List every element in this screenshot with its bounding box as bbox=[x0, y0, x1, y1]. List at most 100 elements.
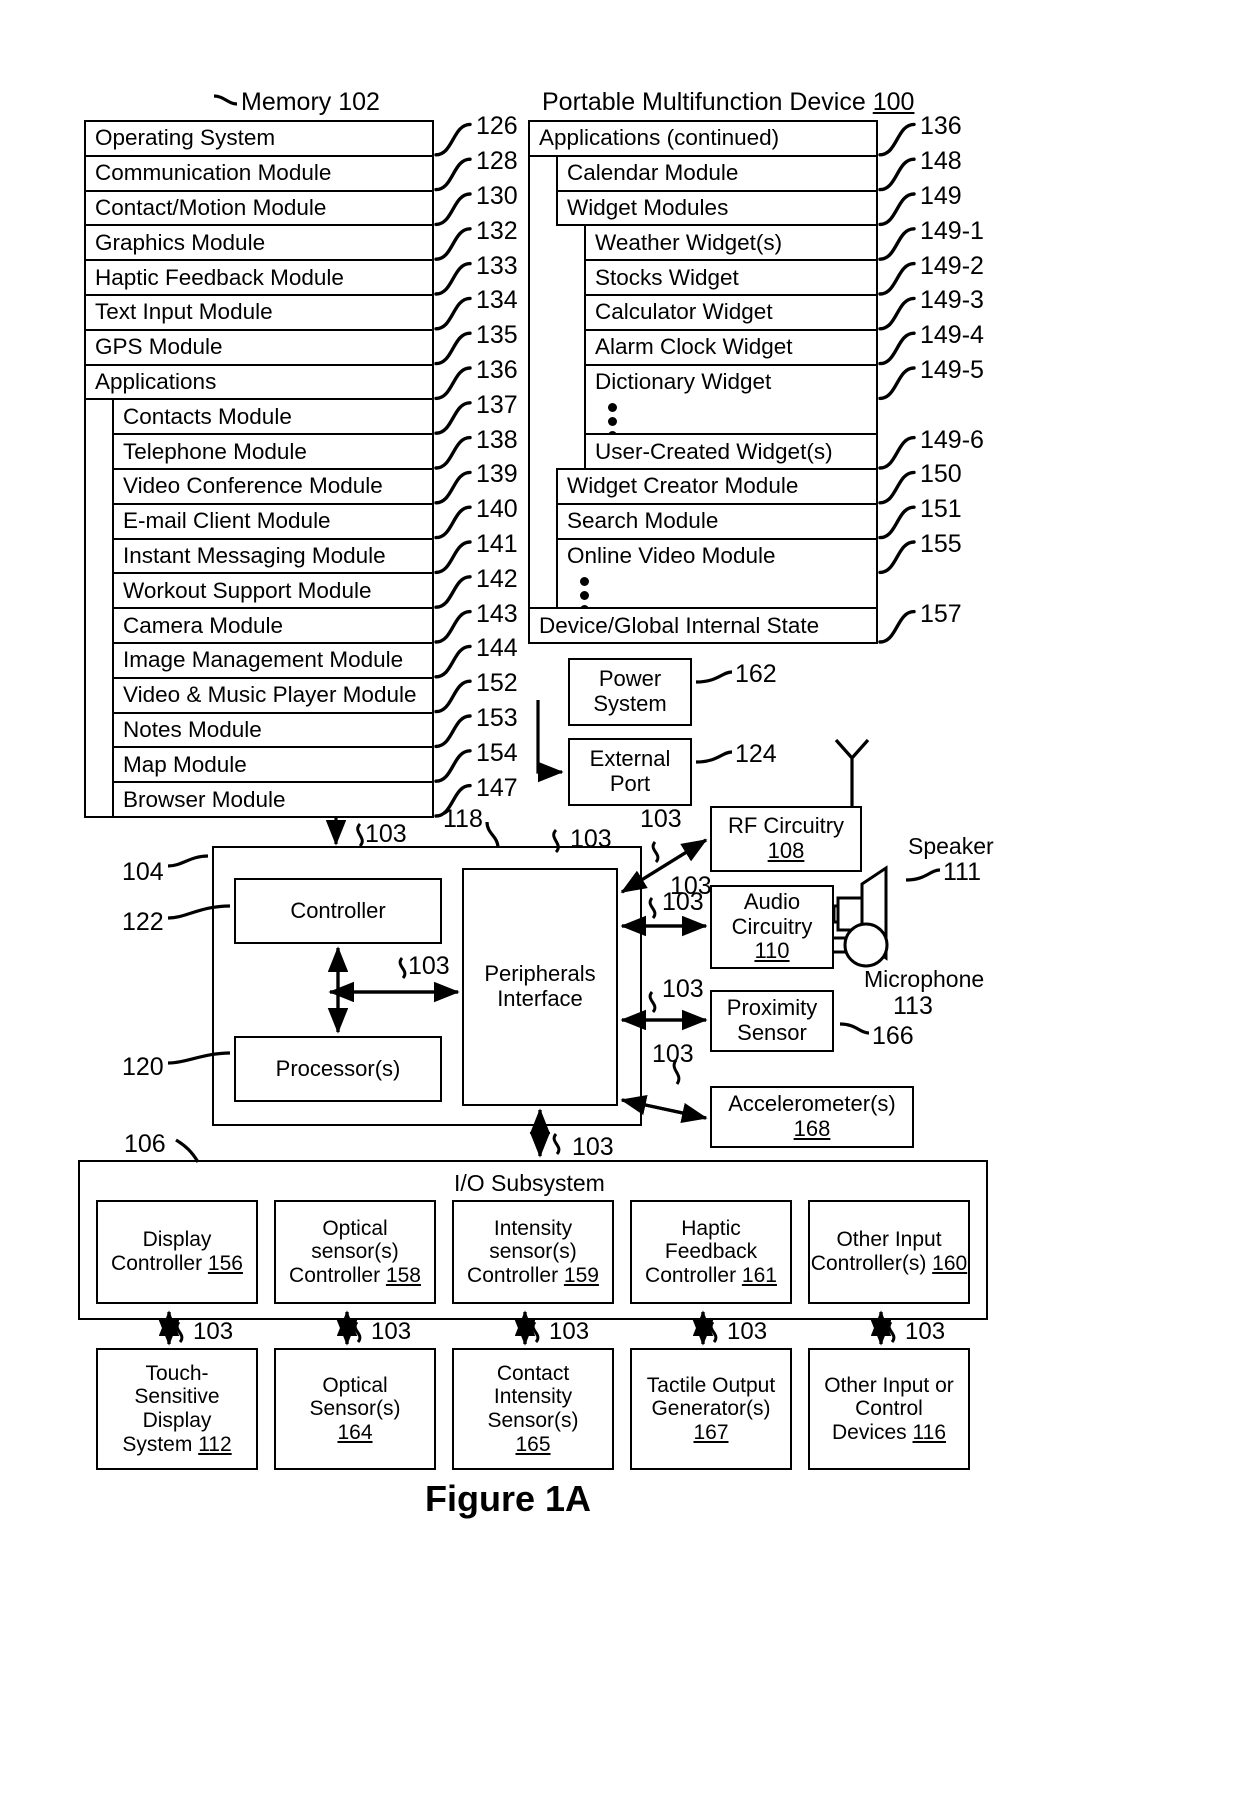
io-device-box: Other Input or Control Devices 116 bbox=[808, 1348, 970, 1470]
memory-stack-item: Contact/Motion Module bbox=[84, 189, 434, 227]
device-item-ref: 148 bbox=[920, 147, 962, 176]
io-controller-line: Feedback bbox=[664, 1240, 758, 1264]
device-stack-item: Dictionary Widget bbox=[584, 363, 878, 401]
memory-item-label: Workout Support Module bbox=[123, 577, 372, 603]
peripherals-interface-ref: 118 bbox=[443, 805, 483, 833]
device-item-label: Applications (continued) bbox=[539, 125, 780, 151]
io-device-line: Contact bbox=[496, 1361, 570, 1385]
device-stack-item: Applications (continued) bbox=[528, 120, 878, 157]
device-stack-item: Calculator Widget bbox=[584, 294, 878, 331]
device-item-ref: 149-3 bbox=[920, 286, 984, 315]
bus-tag-103-c: 103 bbox=[640, 805, 682, 833]
peripherals-interface-line1: Peripherals bbox=[484, 961, 596, 987]
memory-stack-item: Communication Module bbox=[84, 154, 434, 192]
io-device-number: 164 bbox=[337, 1420, 373, 1444]
memory-item-ref: 143 bbox=[476, 599, 518, 628]
device-stack-item: Search Module bbox=[556, 502, 878, 540]
memory-stack-item: Applications bbox=[84, 363, 434, 401]
memory-item-label: Video & Music Player Module bbox=[123, 682, 417, 708]
controller-block: Controller bbox=[234, 878, 442, 944]
device-item-ref: 149-6 bbox=[920, 425, 984, 454]
io-controller-line: Intensity bbox=[493, 1216, 573, 1240]
device-item-ref: 149-1 bbox=[920, 216, 984, 245]
audio-circuitry-number: 110 bbox=[754, 938, 790, 964]
memory-item-ref: 153 bbox=[476, 704, 518, 732]
io-device-box: Contact Intensity Sensor(s) 165 bbox=[452, 1348, 614, 1470]
io-device-line: Devices 116 bbox=[831, 1420, 946, 1444]
memory-stack-item: Workout Support Module bbox=[112, 572, 434, 610]
bus-tag-103-g: 103 bbox=[662, 975, 704, 1003]
device-item-ref: 149-2 bbox=[920, 251, 984, 280]
memory-item-label: Text Input Module bbox=[95, 299, 273, 325]
memory-item-ref: 138 bbox=[476, 425, 518, 454]
io-device-line: Display bbox=[142, 1409, 212, 1432]
memory-item-label: Applications bbox=[95, 368, 217, 394]
memory-stack-item: Image Management Module bbox=[112, 642, 434, 679]
device-item-ref: 155 bbox=[920, 530, 962, 558]
memory-item-label: E-mail Client Module bbox=[123, 508, 331, 534]
accelerometers-block: Accelerometer(s) 168 bbox=[710, 1086, 914, 1148]
io-controller-box: Optical sensor(s) Controller 158 bbox=[274, 1200, 436, 1304]
io-device-line: Other Input or bbox=[824, 1373, 954, 1397]
io-device-number: 167 bbox=[693, 1420, 729, 1444]
memory-item-label: Contacts Module bbox=[123, 403, 292, 429]
audio-circuitry-line2: Circuitry bbox=[731, 913, 813, 939]
memory-stack-item: Video Conference Module bbox=[112, 468, 434, 505]
memory-stack-item: Camera Module bbox=[112, 607, 434, 644]
io-device-box: Tactile Output Generator(s) 167 bbox=[630, 1348, 792, 1470]
device-item-label: Weather Widget(s) bbox=[595, 229, 783, 255]
memory-item-ref: 136 bbox=[476, 356, 518, 384]
memory-item-ref: 154 bbox=[476, 738, 518, 767]
memory-item-label: Notes Module bbox=[123, 716, 262, 742]
processors-label: Processor(s) bbox=[275, 1055, 401, 1081]
memory-stack-item: E-mail Client Module bbox=[112, 502, 434, 540]
io-controller-line: Optical bbox=[322, 1216, 388, 1240]
memory-stack-item: Graphics Module bbox=[84, 224, 434, 262]
memory-item-label: Telephone Module bbox=[123, 438, 307, 464]
device-stack-item: User-Created Widget(s) bbox=[584, 433, 878, 470]
device-stack-ellipsis bbox=[584, 398, 878, 436]
device-item-label: Calendar Module bbox=[567, 160, 739, 186]
memory-item-ref: 141 bbox=[476, 530, 518, 558]
memory-item-ref: 142 bbox=[476, 564, 518, 593]
memory-item-label: Graphics Module bbox=[95, 229, 266, 255]
device-item-ref: 151 bbox=[920, 495, 962, 524]
external-port-block: External Port bbox=[568, 738, 692, 806]
external-port-ref: 124 bbox=[735, 740, 777, 768]
io-controller-line: sensor(s) bbox=[311, 1240, 399, 1264]
memory-item-label: Map Module bbox=[123, 751, 247, 777]
io-bus-label: 103 bbox=[371, 1318, 412, 1345]
io-device-line: Control bbox=[855, 1397, 923, 1421]
accelerometers-number: 168 bbox=[793, 1116, 831, 1141]
bus-tag-103-h: 103 bbox=[652, 1040, 694, 1068]
controller-label: Controller bbox=[290, 897, 386, 923]
device-title-number: 100 bbox=[872, 88, 915, 116]
processors-block: Processor(s) bbox=[234, 1036, 442, 1102]
memory-item-ref: 126 bbox=[476, 112, 518, 141]
device-title-label: Portable Multifunction Device bbox=[542, 88, 866, 116]
io-controller-line: sensor(s) bbox=[489, 1240, 577, 1264]
memory-item-label: Video Conference Module bbox=[123, 473, 383, 499]
memory-item-ref: 139 bbox=[476, 460, 518, 489]
outer-group-ref: 104 bbox=[122, 858, 164, 886]
memory-item-ref: 135 bbox=[476, 321, 518, 350]
device-item-label: User-Created Widget(s) bbox=[595, 438, 833, 464]
power-system-ref: 162 bbox=[735, 660, 777, 688]
bus-tag-103-a: 103 bbox=[365, 820, 407, 848]
memory-stack-item: Telephone Module bbox=[112, 433, 434, 470]
memory-stack-item: Map Module bbox=[112, 746, 434, 784]
power-system-line1: Power bbox=[598, 666, 662, 692]
device-stack-item: Calendar Module bbox=[556, 154, 878, 192]
io-controller-line: Controller 161 bbox=[645, 1263, 777, 1287]
memory-item-ref: 137 bbox=[476, 390, 518, 419]
io-device-line: Tactile Output bbox=[646, 1373, 776, 1397]
device-item-label: Stocks Widget bbox=[595, 264, 739, 290]
memory-item-label: Camera Module bbox=[123, 612, 284, 638]
device-stack-item: Widget Modules bbox=[556, 189, 878, 227]
io-controller-box: Intensity sensor(s) Controller 159 bbox=[452, 1200, 614, 1304]
memory-item-ref: 130 bbox=[476, 182, 518, 210]
peripherals-interface-block: Peripherals Interface bbox=[462, 868, 618, 1106]
io-bus-label: 103 bbox=[905, 1318, 946, 1345]
device-stack-item: Alarm Clock Widget bbox=[584, 328, 878, 366]
memory-item-ref: 152 bbox=[476, 669, 518, 698]
